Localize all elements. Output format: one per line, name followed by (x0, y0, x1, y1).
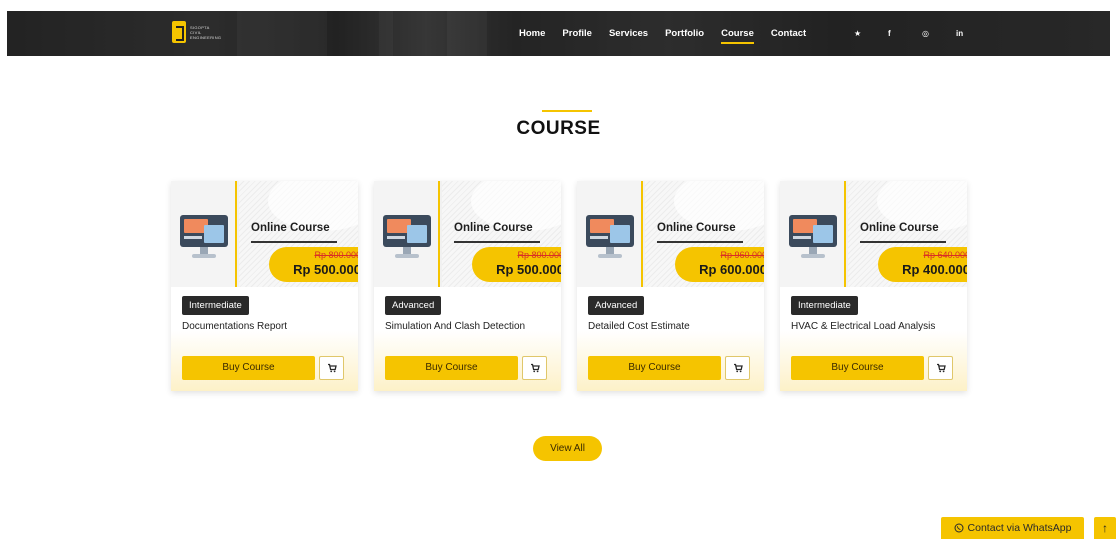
social-links: ★ f ◎ in (854, 11, 990, 56)
level-badge: Intermediate (791, 296, 858, 315)
logo-mark-icon (172, 21, 186, 43)
monitor-screen (180, 215, 228, 247)
new-price: Rp 500.000 (293, 262, 358, 277)
banner-divider (454, 241, 540, 243)
section-title: COURSE (516, 118, 601, 139)
banner-divider (860, 241, 946, 243)
cart-icon (936, 363, 946, 373)
monitor-neck (606, 247, 614, 254)
linkedin-icon[interactable]: in (956, 29, 990, 38)
monitor-base (395, 254, 419, 258)
monitor-window (407, 225, 427, 243)
whatsapp-icon (954, 523, 964, 533)
course-card[interactable]: Online Course Rp 800.000 Rp 500.000 Inte… (171, 181, 358, 391)
monitor-icon (789, 215, 837, 259)
monitor-neck (403, 247, 411, 254)
new-price: Rp 600.000 (699, 262, 764, 277)
new-price: Rp 500.000 (496, 262, 561, 277)
view-all-button[interactable]: View All (533, 436, 602, 461)
monitor-base (192, 254, 216, 258)
course-title[interactable]: Simulation And Clash Detection (385, 321, 525, 332)
buy-course-button[interactable]: Buy Course (791, 356, 924, 380)
add-to-cart-button[interactable] (928, 356, 953, 380)
banner-title: Online Course (860, 222, 939, 234)
new-price: Rp 400.000 (902, 262, 967, 277)
price-pill: Rp 800.000 Rp 500.000 (472, 247, 561, 282)
logo-text: SIGOPTA CIVIL ENGINEERING (190, 24, 222, 40)
course-banner: Online Course Rp 640.000 Rp 400.000 (780, 181, 967, 287)
level-badge: Advanced (385, 296, 442, 315)
nav-link-home[interactable]: Home (519, 11, 545, 56)
monitor-window (204, 225, 224, 243)
monitor-bar (184, 236, 202, 239)
course-title[interactable]: Detailed Cost Estimate (588, 321, 690, 332)
old-price: Rp 640.000 (923, 250, 967, 260)
nav-link-profile[interactable]: Profile (562, 11, 592, 56)
monitor-bar (793, 236, 811, 239)
twitter-icon[interactable]: ★ (854, 29, 888, 38)
price-pill: Rp 640.000 Rp 400.000 (878, 247, 967, 282)
course-card[interactable]: Online Course Rp 800.000 Rp 500.000 Adva… (374, 181, 561, 391)
monitor-bar (387, 236, 405, 239)
whatsapp-contact-button[interactable]: Contact via WhatsApp (941, 517, 1084, 539)
scroll-to-top-button[interactable]: ↑ (1094, 517, 1116, 539)
monitor-icon (180, 215, 228, 259)
monitor-neck (809, 247, 817, 254)
add-to-cart-button[interactable] (725, 356, 750, 380)
course-banner: Online Course Rp 960.000 Rp 600.000 (577, 181, 764, 287)
level-badge: Advanced (588, 296, 645, 315)
banner-title: Online Course (657, 222, 736, 234)
banner-title: Online Course (454, 222, 533, 234)
monitor-neck (200, 247, 208, 254)
price-pill: Rp 800.000 Rp 500.000 (269, 247, 358, 282)
monitor-icon (383, 215, 431, 259)
banner-title: Online Course (251, 222, 330, 234)
monitor-screen (586, 215, 634, 247)
course-card[interactable]: Online Course Rp 640.000 Rp 400.000 Inte… (780, 181, 967, 391)
add-to-cart-button[interactable] (522, 356, 547, 380)
buy-course-button[interactable]: Buy Course (385, 356, 518, 380)
course-banner: Online Course Rp 800.000 Rp 500.000 (374, 181, 561, 287)
facebook-icon[interactable]: f (888, 29, 922, 38)
add-to-cart-button[interactable] (319, 356, 344, 380)
course-card[interactable]: Online Course Rp 960.000 Rp 600.000 Adva… (577, 181, 764, 391)
nav-links: Home Profile Services Portfolio Course Contac… (519, 11, 823, 56)
monitor-base (801, 254, 825, 258)
nav-link-services[interactable]: Services (609, 11, 648, 56)
monitor-icon (586, 215, 634, 259)
course-title[interactable]: HVAC & Electrical Load Analysis (791, 321, 935, 332)
banner-divider (657, 241, 743, 243)
whatsapp-label: Contact via WhatsApp (967, 522, 1072, 534)
level-badge: Intermediate (182, 296, 249, 315)
price-pill: Rp 960.000 Rp 600.000 (675, 247, 764, 282)
arrow-up-icon: ↑ (1102, 521, 1108, 535)
nav-link-course[interactable]: Course (721, 11, 754, 56)
navbar: SIGOPTA CIVIL ENGINEERING Home Profile Ser… (7, 11, 1110, 56)
course-title[interactable]: Documentations Report (182, 321, 287, 332)
cart-icon (733, 363, 743, 373)
nav-link-contact[interactable]: Contact (771, 11, 806, 56)
cart-icon (327, 363, 337, 373)
old-price: Rp 800.000 (517, 250, 561, 260)
old-price: Rp 960.000 (720, 250, 764, 260)
buy-course-button[interactable]: Buy Course (588, 356, 721, 380)
monitor-bar (590, 236, 608, 239)
monitor-window (813, 225, 833, 243)
monitor-window (610, 225, 630, 243)
monitor-screen (789, 215, 837, 247)
course-banner: Online Course Rp 800.000 Rp 500.000 (171, 181, 358, 287)
course-list: Online Course Rp 800.000 Rp 500.000 Inte… (171, 181, 967, 391)
cart-icon (530, 363, 540, 373)
old-price: Rp 800.000 (314, 250, 358, 260)
instagram-icon[interactable]: ◎ (922, 29, 956, 38)
nav-link-portfolio[interactable]: Portfolio (665, 11, 704, 56)
heading-accent-bar (542, 110, 592, 112)
buy-course-button[interactable]: Buy Course (182, 356, 315, 380)
monitor-base (598, 254, 622, 258)
banner-divider (251, 241, 337, 243)
monitor-screen (383, 215, 431, 247)
logo[interactable]: SIGOPTA CIVIL ENGINEERING (172, 21, 222, 43)
